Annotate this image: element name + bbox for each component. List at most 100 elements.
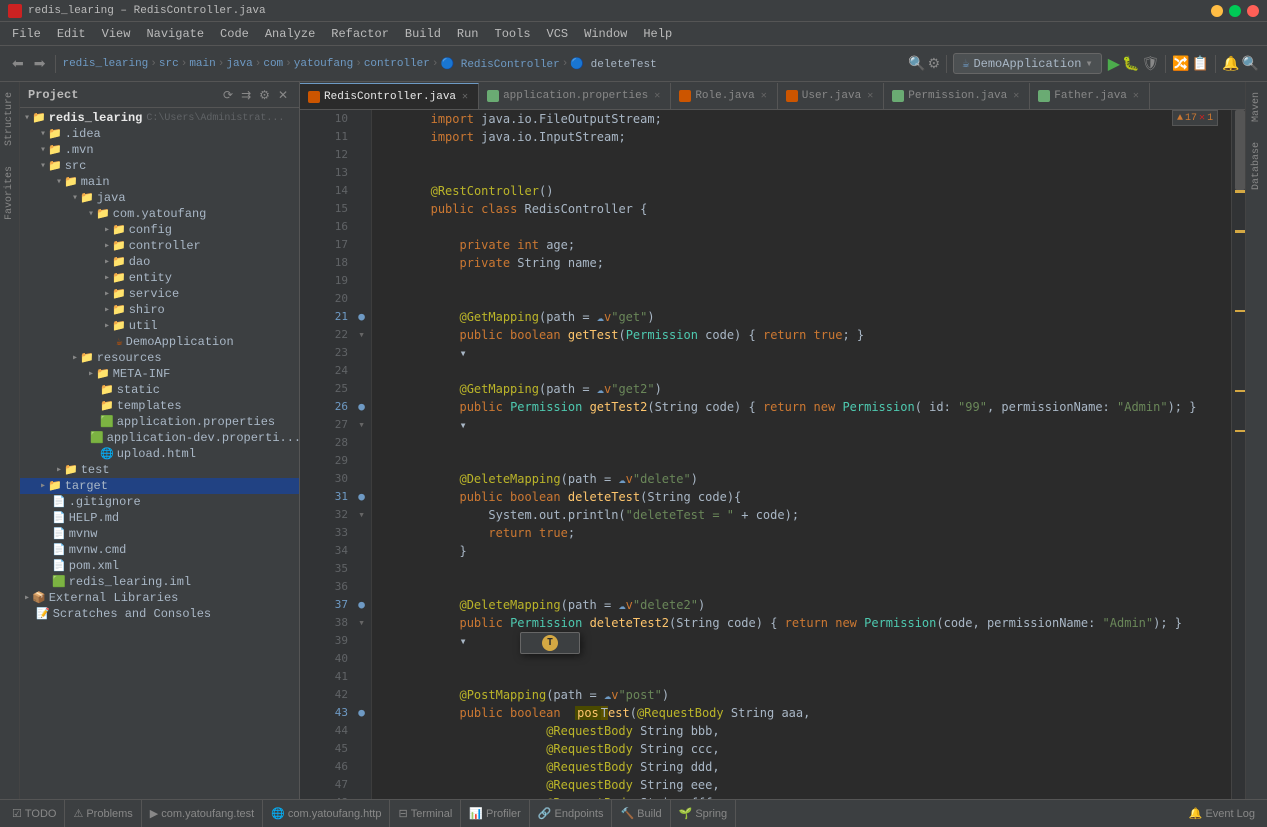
tab-father-java[interactable]: Father.java ✕ (1030, 83, 1150, 109)
breadcrumb-com[interactable]: com (263, 58, 283, 70)
maximize-button[interactable] (1229, 5, 1241, 17)
favorites-tab[interactable]: Favorites (1, 156, 18, 230)
project-settings-button[interactable]: ⚙ (256, 87, 273, 103)
menu-run[interactable]: Run (449, 25, 487, 43)
breadcrumb-method[interactable]: 🔵 deleteTest (570, 57, 656, 71)
close-button[interactable] (1247, 5, 1259, 17)
maven-tab[interactable]: Maven (1248, 82, 1265, 132)
tree-item-static[interactable]: 📁 static (20, 382, 299, 398)
tree-item-target[interactable]: ▸ 📁 target (20, 478, 299, 494)
toolbar-back[interactable]: ⬅ (8, 53, 28, 74)
tree-item-java[interactable]: ▾ 📁 java (20, 190, 299, 206)
code-content[interactable]: import java.io.FileOutputStream; import … (372, 110, 1231, 799)
tree-item-iml[interactable]: 🟩 redis_learing.iml (20, 574, 299, 590)
test-result-button[interactable]: ▶ com.yatoufang.test (142, 800, 263, 827)
structure-tab[interactable]: Structure (1, 82, 18, 156)
autocomplete-popup[interactable]: T (520, 632, 580, 654)
profiler-button[interactable]: 📊 Profiler (461, 800, 530, 827)
tree-item-meta-inf[interactable]: ▸ 📁 META-INF (20, 366, 299, 382)
minimize-button[interactable] (1211, 5, 1223, 17)
tab-close-icon[interactable]: ✕ (865, 90, 875, 102)
tree-item-pom-xml[interactable]: 📄 pom.xml (20, 558, 299, 574)
tab-application-properties[interactable]: application.properties ✕ (479, 83, 671, 109)
menu-tools[interactable]: Tools (487, 25, 539, 43)
breadcrumb-yatoufang[interactable]: yatoufang (294, 58, 353, 70)
breadcrumb-project[interactable]: redis_learing (62, 58, 148, 70)
debug-button[interactable]: 🐛 (1122, 55, 1139, 72)
tab-role-java[interactable]: Role.java ✕ (671, 83, 777, 109)
project-collapse-button[interactable]: ⇉ (238, 87, 254, 103)
http-button[interactable]: 🌐 com.yatoufang.http (263, 800, 390, 827)
git-button[interactable]: 🔀 (1172, 55, 1189, 72)
menu-edit[interactable]: Edit (49, 25, 94, 43)
menu-analyze[interactable]: Analyze (257, 25, 323, 43)
tab-redis-controller[interactable]: RedisController.java ✕ (300, 83, 479, 109)
vcs-button[interactable]: 📋 (1192, 55, 1209, 72)
event-log-button[interactable]: 🔔 Event Log (1181, 800, 1263, 827)
tree-item-dao[interactable]: ▸ 📁 dao (20, 254, 299, 270)
search-button[interactable]: 🔍 (1242, 55, 1259, 72)
tree-item-idea[interactable]: ▾ 📁 .idea (20, 126, 299, 142)
project-close-button[interactable]: ✕ (275, 87, 291, 103)
tab-close-icon[interactable]: ✕ (759, 90, 769, 102)
spring-button[interactable]: 🌱 Spring (671, 800, 737, 827)
tab-close-icon[interactable]: ✕ (1011, 90, 1021, 102)
tree-item-config[interactable]: ▸ 📁 config (20, 222, 299, 238)
menu-help[interactable]: Help (635, 25, 680, 43)
tree-item-application-dev[interactable]: 🟩 application-dev.properti... (20, 430, 299, 446)
breadcrumb-src[interactable]: src (159, 58, 179, 70)
breadcrumb-controller[interactable]: controller (364, 58, 430, 70)
menu-build[interactable]: Build (397, 25, 449, 43)
tree-item-root[interactable]: ▾ 📁 redis_learing C:\Users\Administrat..… (20, 110, 299, 126)
notifications-button[interactable]: 🔔 (1222, 55, 1239, 72)
problems-button[interactable]: ⚠ Problems (65, 800, 141, 827)
endpoints-button[interactable]: 🔗 Endpoints (530, 800, 613, 827)
tree-item-service[interactable]: ▸ 📁 service (20, 286, 299, 302)
menu-refactor[interactable]: Refactor (323, 25, 397, 43)
breadcrumb-main[interactable]: main (189, 58, 215, 70)
tab-permission-java[interactable]: Permission.java ✕ (884, 83, 1030, 109)
terminal-button[interactable]: ⊟ Terminal (390, 800, 461, 827)
tree-item-gitignore[interactable]: 📄 .gitignore (20, 494, 299, 510)
tree-item-mvn[interactable]: ▾ 📁 .mvn (20, 142, 299, 158)
run-config-selector[interactable]: ☕ DemoApplication ▾ (953, 53, 1102, 74)
tree-item-main[interactable]: ▾ 📁 main (20, 174, 299, 190)
menu-vcs[interactable]: VCS (539, 25, 577, 43)
tree-item-entity[interactable]: ▸ 📁 entity (20, 270, 299, 286)
tab-user-java[interactable]: User.java ✕ (778, 83, 884, 109)
tree-item-shiro[interactable]: ▸ 📁 shiro (20, 302, 299, 318)
breadcrumb-class[interactable]: 🔵 RedisController (440, 57, 559, 71)
menu-window[interactable]: Window (576, 25, 635, 43)
tree-item-src[interactable]: ▾ 📁 src (20, 158, 299, 174)
database-tab[interactable]: Database (1248, 132, 1265, 200)
tree-item-application-properties[interactable]: 🟩 application.properties (20, 414, 299, 430)
build-button[interactable]: 🔨 Build (612, 800, 670, 827)
tree-item-upload-html[interactable]: 🌐 upload.html (20, 446, 299, 462)
project-sync-button[interactable]: ⟳ (220, 87, 236, 103)
tree-item-mvnw-cmd[interactable]: 📄 mvnw.cmd (20, 542, 299, 558)
tree-item-test[interactable]: ▸ 📁 test (20, 462, 299, 478)
menu-navigate[interactable]: Navigate (138, 25, 212, 43)
tree-item-scratches[interactable]: 📝 Scratches and Consoles (20, 606, 299, 622)
tree-item-resources[interactable]: ▸ 📁 resources (20, 350, 299, 366)
menu-code[interactable]: Code (212, 25, 257, 43)
tree-item-external-libraries[interactable]: ▸ 📦 External Libraries (20, 590, 299, 606)
toolbar-forward[interactable]: ➡ (30, 53, 50, 74)
tab-close-icon[interactable]: ✕ (652, 90, 662, 102)
tree-item-util[interactable]: ▸ 📁 util (20, 318, 299, 334)
coverage-button[interactable]: 🛡 (1141, 55, 1159, 72)
menu-view[interactable]: View (94, 25, 139, 43)
tab-close-icon[interactable]: ✕ (1131, 90, 1141, 102)
run-button[interactable]: ▶ (1108, 54, 1120, 74)
tree-item-controller[interactable]: ▸ 📁 controller (20, 238, 299, 254)
tab-close-icon[interactable]: ✕ (460, 91, 470, 103)
tree-item-help-md[interactable]: 📄 HELP.md (20, 510, 299, 526)
tree-item-com-yatoufang[interactable]: ▾ 📁 com.yatoufang (20, 206, 299, 222)
tree-item-mvnw[interactable]: 📄 mvnw (20, 526, 299, 542)
search-everywhere-button[interactable]: 🔍 (908, 55, 925, 72)
menu-file[interactable]: File (4, 25, 49, 43)
tree-item-demoapplication[interactable]: ☕ DemoApplication (20, 334, 299, 350)
breadcrumb-java[interactable]: java (226, 58, 252, 70)
tree-item-templates[interactable]: 📁 templates (20, 398, 299, 414)
settings-button[interactable]: ⚙ (928, 55, 941, 72)
